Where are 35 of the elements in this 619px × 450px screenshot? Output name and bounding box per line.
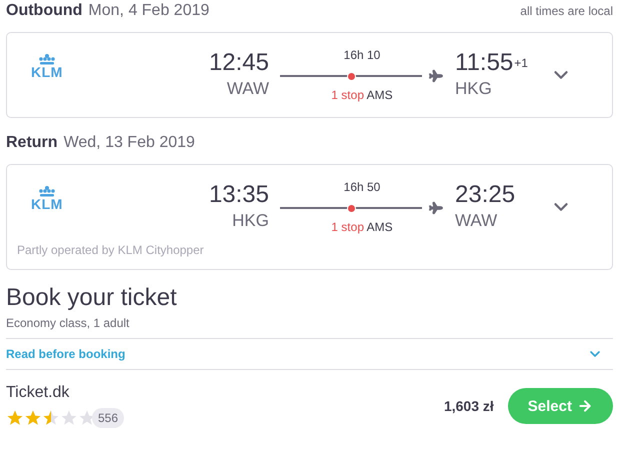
- star-icon: [24, 409, 42, 427]
- departure-time: 12:45: [208, 49, 269, 77]
- timezone-note: all times are local: [520, 4, 613, 18]
- crown-icon: [36, 186, 57, 196]
- star-icon: [60, 409, 78, 427]
- airline-logo: KLM: [31, 64, 63, 78]
- leg-label: Return: [6, 134, 58, 152]
- info-toggle[interactable]: Read before booking: [6, 339, 613, 370]
- arrival-airport: HKG: [455, 78, 492, 100]
- departure-airport: HKG: [232, 210, 269, 232]
- arrival-airport: WAW: [455, 210, 498, 232]
- provider-name: Ticket.dk: [6, 384, 70, 402]
- stops-info: 1 stop AMS: [331, 88, 393, 102]
- fare-summary: Economy class, 1 adult: [6, 316, 613, 339]
- leg-date: Mon, 4 Feb 2019: [88, 2, 210, 20]
- section-title: Book your ticket: [6, 284, 178, 312]
- departure-airport: WAW: [226, 78, 269, 100]
- arrival-time: 23:25: [455, 181, 516, 209]
- stop-dot: [347, 72, 356, 81]
- crown-icon: [36, 54, 57, 64]
- star-icon: [6, 409, 24, 427]
- star-icon: [42, 409, 60, 427]
- airline-logo: KLM: [31, 196, 63, 210]
- operator-note: Partly operated by KLM Cityhopper: [17, 243, 205, 257]
- price: 1,603 zł: [444, 398, 494, 414]
- departure-time: 13:35: [208, 181, 269, 209]
- flight-duration: 16h 10: [344, 48, 380, 62]
- arrival-time: 11:55+1: [455, 49, 528, 77]
- leg-label: Outbound: [6, 2, 82, 20]
- stops-info: 1 stop AMS: [331, 220, 393, 234]
- stop-dot: [347, 204, 356, 213]
- select-button[interactable]: Select: [508, 388, 613, 424]
- leg-date: Wed, 13 Feb 2019: [64, 134, 195, 152]
- review-count: 556: [92, 408, 124, 428]
- flight-duration: 16h 50: [344, 180, 380, 194]
